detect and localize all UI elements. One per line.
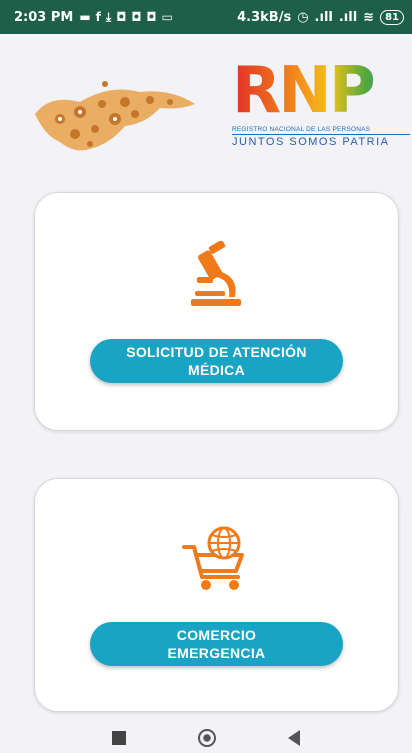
back-button[interactable]	[288, 730, 300, 746]
notification-icons: ▬ f ⤓ ◘ ◘ ◘ ▭	[79, 10, 173, 25]
facebook-icon: f	[95, 9, 101, 24]
button-label-line2: MÉDICA	[187, 362, 246, 378]
status-time: 2:03 PM	[14, 9, 74, 25]
screen-icon: ▭	[161, 9, 173, 24]
microscope-icon	[190, 241, 241, 306]
signal-icon: .ıll	[314, 9, 333, 25]
button-label-line1: SOLICITUD DE ATENCIÓN	[126, 344, 307, 360]
download-icon: ⤓	[105, 9, 112, 24]
network-speed: 4.3kB/s	[237, 9, 292, 25]
medical-request-button[interactable]: SOLICITUD DE ATENCIÓN MÉDICA	[90, 339, 343, 383]
rnp-logo-slogan: JUNTOS SOMOS PATRIA	[232, 136, 390, 148]
signal-icon: .ıll	[338, 9, 358, 25]
rnp-logo: RNP REGISTRO NACIONAL DE LAS PERSONAS JU…	[232, 58, 410, 148]
shopping-cart-globe-icon	[181, 526, 244, 590]
medical-request-card[interactable]: SOLICITUD DE ATENCIÓN MÉDICA	[34, 192, 399, 431]
alarm-icon: ◷	[297, 9, 309, 25]
status-bar: 2:03 PM ▬ f ⤓ ◘ ◘ ◘ ▭ 4.3kB/s ◷ .ıll .ıl…	[0, 0, 412, 34]
rnp-logo-text: RNP	[232, 58, 410, 124]
recent-apps-button[interactable]	[112, 731, 126, 745]
battery-indicator: 81	[380, 9, 404, 25]
app-icon: ◘	[116, 9, 127, 24]
rnp-logo-subtitle: REGISTRO NACIONAL DE LAS PERSONAS	[232, 126, 410, 135]
app-icon: ◘	[146, 9, 157, 24]
emergency-commerce-button[interactable]: COMERCIO EMERGENCIA	[90, 622, 343, 666]
button-label-line1: COMERCIO	[176, 627, 257, 643]
button-label-line2: EMERGENCIA	[167, 645, 266, 661]
honduras-map-logo	[35, 81, 195, 151]
home-button[interactable]	[198, 729, 216, 747]
wifi-icon: ≋	[363, 9, 375, 25]
app-icon: ◘	[131, 9, 142, 24]
emergency-commerce-card[interactable]: COMERCIO EMERGENCIA	[34, 478, 399, 712]
message-icon: ▬	[79, 9, 91, 24]
header: RNP REGISTRO NACIONAL DE LAS PERSONAS JU…	[0, 34, 412, 164]
system-navigation-bar	[0, 723, 412, 753]
